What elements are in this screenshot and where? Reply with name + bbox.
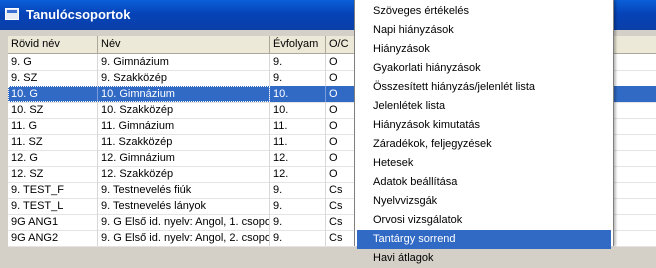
- column-header-name[interactable]: Név: [98, 36, 270, 53]
- cell-grade: 9.: [270, 54, 326, 70]
- cell-name: 12. Gimnázium: [98, 150, 270, 166]
- menu-item[interactable]: Tantárgy sorrend: [357, 230, 611, 249]
- cell-short-name: 11. G: [8, 118, 98, 134]
- column-header-short-name[interactable]: Rövid név: [8, 36, 98, 53]
- cell-grade: 9.: [270, 182, 326, 198]
- cell-grade: 11.: [270, 134, 326, 150]
- cell-name: 9. Testnevelés fiúk: [98, 182, 270, 198]
- cell-name: 11. Szakközép: [98, 134, 270, 150]
- menu-item[interactable]: Napi hiányzások: [357, 21, 611, 40]
- cell-grade: 10.: [270, 86, 326, 102]
- menu-item[interactable]: Havi átlagok: [357, 249, 611, 268]
- menu-item[interactable]: Szöveges értékelés: [357, 2, 611, 21]
- cell-short-name: 9G ANG2: [8, 230, 98, 246]
- cell-short-name: 9. SZ: [8, 70, 98, 86]
- cell-name: 9. Testnevelés lányok: [98, 198, 270, 214]
- cell-grade: 9.: [270, 70, 326, 86]
- cell-name: 11. Gimnázium: [98, 118, 270, 134]
- column-header-grade[interactable]: Évfolyam: [270, 36, 326, 53]
- menu-item[interactable]: Hetesek: [357, 154, 611, 173]
- cell-short-name: 10. SZ: [8, 102, 98, 118]
- context-menu: Szöveges értékelés Napi hiányzások Hiányzá…: [354, 0, 614, 264]
- cell-grade: 11.: [270, 118, 326, 134]
- cell-name: 9. Gimnázium: [98, 54, 270, 70]
- cell-short-name: 9G ANG1: [8, 214, 98, 230]
- cell-short-name: 9. TEST_F: [8, 182, 98, 198]
- cell-short-name: 11. SZ: [8, 134, 98, 150]
- cell-name: 10. Szakközép: [98, 102, 270, 118]
- focus-rect: [8, 86, 270, 102]
- cell-short-name: 9. G: [8, 54, 98, 70]
- cell-short-name: 12. G: [8, 150, 98, 166]
- menu-item[interactable]: Nyelvvizsgák: [357, 192, 611, 211]
- cell-name: 9. Szakközép: [98, 70, 270, 86]
- cell-grade: 12.: [270, 150, 326, 166]
- cell-grade: 9.: [270, 230, 326, 246]
- cell-name: 9. G Első id. nyelv: Angol, 2. csoport: [98, 230, 270, 246]
- menu-item[interactable]: Záradékok, feljegyzések: [357, 135, 611, 154]
- menu-item[interactable]: Jelenlétek lista: [357, 97, 611, 116]
- cell-short-name: 9. TEST_L: [8, 198, 98, 214]
- menu-item[interactable]: Összesített hiányzás/jelenlét lista: [357, 78, 611, 97]
- cell-grade: 9.: [270, 214, 326, 230]
- menu-item[interactable]: Hiányzások: [357, 40, 611, 59]
- cell-short-name: 12. SZ: [8, 166, 98, 182]
- cell-grade: 12.: [270, 166, 326, 182]
- cell-grade: 9.: [270, 198, 326, 214]
- cell-grade: 10.: [270, 102, 326, 118]
- menu-item[interactable]: Hiányzások kimutatás: [357, 116, 611, 135]
- cell-name: 12. Szakközép: [98, 166, 270, 182]
- menu-item[interactable]: Orvosi vizsgálatok: [357, 211, 611, 230]
- window-icon: [5, 8, 19, 20]
- menu-item[interactable]: Gyakorlati hiányzások: [357, 59, 611, 78]
- menu-item[interactable]: Adatok beállítása: [357, 173, 611, 192]
- cell-name: 9. G Első id. nyelv: Angol, 1. csoport: [98, 214, 270, 230]
- window-title: Tanulócsoportok: [26, 7, 131, 22]
